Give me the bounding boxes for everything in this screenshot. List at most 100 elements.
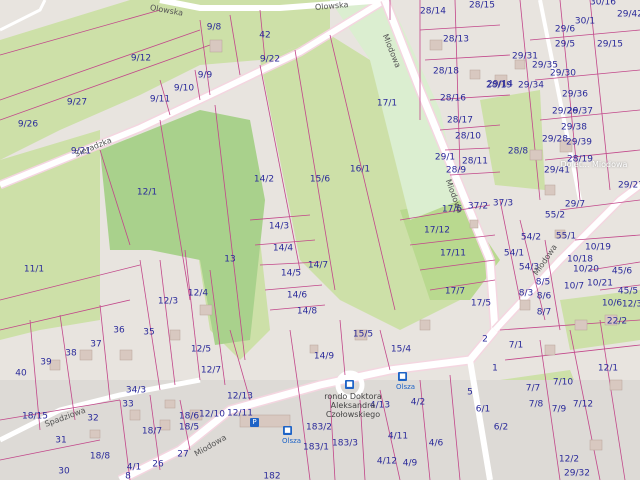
map-canvas[interactable]	[0, 0, 640, 480]
parcel-label: 4/12	[376, 456, 398, 467]
parking-icon[interactable]: P	[250, 418, 259, 427]
parcel-label: 6/2	[493, 422, 509, 433]
parcel-label: 12/5	[190, 344, 212, 355]
parcel-label: 7/7	[525, 383, 541, 394]
parcel-label: 10/19	[585, 242, 611, 253]
parcel-label: 9/22	[259, 54, 281, 65]
parcel-label: 28/18	[433, 66, 459, 77]
parcel-label: 10/18	[567, 254, 593, 265]
parcel-label: 28/9	[445, 165, 467, 176]
parcel-label: 10/7	[563, 281, 585, 292]
parcel-label: 8	[125, 471, 131, 480]
parcel-label: 29/34	[518, 80, 544, 91]
parcel-label: 12/1	[597, 363, 619, 374]
parcel-label: 12/7	[200, 365, 222, 376]
parcel-label: 8/6	[536, 291, 552, 302]
parcel-label: 8/3	[518, 288, 534, 299]
parcel-label: 29/7	[564, 199, 586, 210]
bus-stop-icon[interactable]: ■	[398, 372, 407, 381]
parcel-label: 32	[87, 413, 99, 424]
bus-stop-icon[interactable]: ■	[283, 426, 292, 435]
parcel-label: 14/5	[280, 268, 302, 279]
parcel-label: 15/5	[352, 329, 374, 340]
parcel-label: 29/35	[532, 60, 558, 71]
parcel-label: 45/6	[611, 266, 633, 277]
school-label: Dolet... Miodowa	[560, 160, 628, 169]
parcel-label: 4/9	[402, 458, 418, 469]
parcel-label: 17/5	[470, 298, 492, 309]
parcel-label: 182	[263, 471, 281, 480]
parcel-label: 29/42	[617, 9, 640, 20]
parcel-label: 30	[58, 466, 70, 477]
parcel-label: 28/8	[507, 146, 529, 157]
parcel-label: 40	[15, 368, 27, 379]
parcel-label: 183/3	[332, 438, 358, 449]
parcel-label: 29/27	[618, 180, 640, 191]
parcel-label: 54/2	[520, 232, 542, 243]
parcel-label: 7/1	[508, 340, 524, 351]
parcel-label: 17/12	[424, 225, 450, 236]
parcel-label: 37/2	[467, 201, 489, 212]
parcel-label: 10/6	[601, 298, 623, 309]
parcel-label: 14/4	[272, 243, 294, 254]
parcel-label: 37	[90, 339, 102, 350]
parcel-label: 2	[482, 334, 488, 345]
parcel-label: 18/5	[178, 422, 200, 433]
parcel-label: 7/10	[552, 377, 574, 388]
parcel-label: 4/11	[387, 431, 409, 442]
parcel-label: 4/2	[410, 397, 426, 408]
parcel-label: 29/6	[554, 24, 576, 35]
parcel-label: 7/9	[551, 404, 567, 415]
parcel-label: 29/30	[550, 68, 576, 79]
parcel-label: 55/2	[544, 210, 566, 221]
parcel-label: 17/7	[444, 286, 466, 297]
parcel-label: 27	[177, 449, 189, 460]
bus-stop-icon[interactable]: ■	[345, 380, 354, 389]
parcel-label: 30/1	[574, 16, 596, 27]
parcel-label: 22/2	[606, 316, 628, 327]
parcel-label: 14/9	[313, 351, 335, 362]
parcel-label: 4/6	[428, 438, 444, 449]
parcel-label: 28/13	[443, 34, 469, 45]
parcel-label: 9/27	[66, 97, 88, 108]
parcel-label: 29/38	[561, 122, 587, 133]
parcel-label: 29/36	[562, 89, 588, 100]
parcel-label: 10/20	[573, 264, 599, 275]
parcel-label: 28/15	[469, 0, 495, 11]
parcel-label: 29/15	[597, 39, 623, 50]
parcel-label: 54/1	[503, 248, 525, 259]
parcel-label: 14/3	[268, 221, 290, 232]
parcel-label: 17/11	[440, 248, 466, 259]
parcel-label: 28/17	[447, 115, 473, 126]
parcel-label: 12/3	[157, 296, 179, 307]
parcel-label: 6/1	[475, 404, 491, 415]
parcel-label: 36	[113, 325, 125, 336]
roundabout-label: rondo Doktora Aleksandra Czołowskiego	[324, 392, 382, 420]
parcel-label: 14/7	[307, 260, 329, 271]
parcel-label: 34/3	[125, 385, 147, 396]
parcel-label: 12/13	[227, 391, 253, 402]
parcel-label: 8/5	[535, 277, 551, 288]
parcel-label: 18/8	[89, 451, 111, 462]
parcel-label: 31	[55, 435, 67, 446]
parcel-label: 14/8	[296, 306, 318, 317]
parcel-label: 15/4	[390, 344, 412, 355]
parcel-label: 9/11	[149, 94, 171, 105]
parcel-label: 11/1	[23, 264, 45, 275]
parcel-label: 29/26	[552, 106, 578, 117]
parcel-label: 33	[122, 399, 134, 410]
parcel-label: 28/11	[462, 156, 488, 167]
cadastral-map[interactable]: 28/14 28/15 28/13 9/8 42 9/12 9/9 9/22 9/10 9/11 9…	[0, 0, 640, 480]
parcel-label: 35	[143, 327, 155, 338]
parcel-label: 29/1	[434, 152, 456, 163]
bus-stop-label: Olsza	[396, 383, 416, 391]
parcel-label: 7/8	[528, 399, 544, 410]
bus-stop-label: Olsza	[282, 437, 302, 445]
parcel-label: 28/16	[440, 93, 466, 104]
parcel-label: 1	[492, 363, 498, 374]
parcel-label: 8/7	[536, 307, 552, 318]
parcel-label: 37/3	[492, 198, 514, 209]
parcel-label: 28/14	[420, 6, 446, 17]
parcel-label: 12/3	[621, 299, 640, 310]
parcel-label: 9/8	[206, 22, 222, 33]
